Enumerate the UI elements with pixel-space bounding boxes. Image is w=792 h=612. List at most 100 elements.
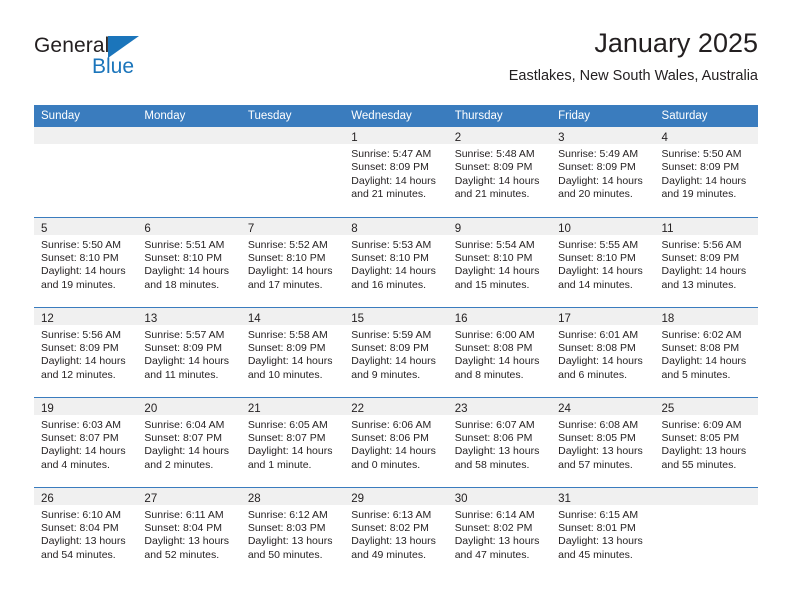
day-number-strip: 27 <box>137 487 241 505</box>
daylight-line-cont: and 57 minutes. <box>558 458 633 471</box>
sunset-line: Sunset: 8:06 PM <box>351 431 429 444</box>
day-details: Sunrise: 6:10 AM Sunset: 8:04 PM Daylight:… <box>34 505 137 563</box>
weekday-header-wednesday: Wednesday <box>344 105 448 127</box>
sunrise-line: Sunrise: 5:59 AM <box>351 328 432 341</box>
calendar-day-cell[interactable]: 18 Sunrise: 6:02 AM Sunset: 8:08 PM Dayligh… <box>654 306 758 397</box>
daylight-line: Daylight: 14 hours <box>558 265 643 278</box>
sunset-line: Sunset: 8:01 PM <box>558 521 636 534</box>
calendar-day-cell[interactable]: 27 Sunrise: 6:11 AM Sunset: 8:04 PM Dayligh… <box>137 486 241 577</box>
sunset-line: Sunset: 8:09 PM <box>558 161 636 174</box>
calendar-day-cell[interactable]: 12 Sunrise: 5:56 AM Sunset: 8:09 PM Dayligh… <box>34 306 138 397</box>
calendar-day-cell[interactable]: 5 Sunrise: 5:50 AM Sunset: 8:10 PM Daylight… <box>34 216 138 307</box>
sunrise-line: Sunrise: 5:58 AM <box>247 328 328 341</box>
day-number: 21 <box>247 402 261 415</box>
calendar-day-cell[interactable]: 25 Sunrise: 6:09 AM Sunset: 8:05 PM Dayligh… <box>654 396 758 487</box>
day-number: 16 <box>454 312 468 325</box>
sunrise-line: Sunrise: 5:54 AM <box>454 238 535 251</box>
calendar-day-cell[interactable]: 15 Sunrise: 5:59 AM Sunset: 8:09 PM Dayligh… <box>344 306 448 397</box>
day-details: Sunrise: 5:59 AM Sunset: 8:09 PM Daylight:… <box>344 325 447 383</box>
calendar-day-cell[interactable]: 17 Sunrise: 6:01 AM Sunset: 8:08 PM Dayligh… <box>551 306 655 397</box>
sunset-line: Sunset: 8:05 PM <box>558 431 636 444</box>
sunrise-line: Sunrise: 6:10 AM <box>41 508 121 521</box>
daylight-line: Daylight: 14 hours <box>144 355 230 368</box>
day-number-strip: 6 <box>137 217 241 235</box>
day-details: Sunrise: 5:48 AM Sunset: 8:09 PM Daylight:… <box>448 144 551 202</box>
calendar-day-cell[interactable]: 31 Sunrise: 6:15 AM Sunset: 8:01 PM Dayligh… <box>551 486 655 577</box>
sunset-line: Sunset: 8:10 PM <box>558 251 636 264</box>
calendar-day-cell[interactable]: 22 Sunrise: 6:06 AM Sunset: 8:06 PM Dayligh… <box>344 396 448 487</box>
daylight-line: Daylight: 14 hours <box>41 445 126 458</box>
calendar-day-cell[interactable]: 14 Sunrise: 5:58 AM Sunset: 8:09 PM Dayligh… <box>240 306 345 397</box>
calendar-day-cell[interactable]: 10 Sunrise: 5:55 AM Sunset: 8:10 PM Dayligh… <box>551 216 655 307</box>
sunset-line: Sunset: 8:09 PM <box>661 161 740 174</box>
sunset-line: Sunset: 8:08 PM <box>454 341 533 354</box>
day-details: Sunrise: 6:11 AM Sunset: 8:04 PM Daylight:… <box>137 505 240 563</box>
daylight-line: Daylight: 14 hours <box>351 445 436 458</box>
sunrise-line: Sunrise: 5:51 AM <box>144 238 225 251</box>
calendar-day-cell[interactable]: 19 Sunrise: 6:03 AM Sunset: 8:07 PM Dayligh… <box>34 396 138 487</box>
generalblue-logo[interactable]: General Blue <box>34 34 254 88</box>
day-number: 29 <box>351 492 365 505</box>
calendar-day-cell[interactable]: 11 Sunrise: 5:56 AM Sunset: 8:09 PM Dayligh… <box>654 216 758 307</box>
calendar-page: General Blue January 2025 Eastlakes, New… <box>0 0 792 612</box>
day-number-strip: 21 <box>240 397 345 415</box>
day-details: Sunrise: 5:58 AM Sunset: 8:09 PM Daylight:… <box>241 325 344 383</box>
calendar-day-cell[interactable]: 13 Sunrise: 5:57 AM Sunset: 8:09 PM Dayligh… <box>137 306 241 397</box>
day-number-strip: 14 <box>240 307 345 325</box>
day-number-strip: 20 <box>137 397 241 415</box>
calendar-day-cell[interactable]: 2 Sunrise: 5:48 AM Sunset: 8:09 PM Daylight… <box>447 127 552 217</box>
day-details: Sunrise: 5:57 AM Sunset: 8:09 PM Daylight:… <box>137 325 240 383</box>
daylight-line: Daylight: 14 hours <box>41 265 126 278</box>
day-number: 11 <box>661 222 674 235</box>
calendar-day-cell[interactable]: 28 Sunrise: 6:12 AM Sunset: 8:03 PM Dayligh… <box>240 486 345 577</box>
calendar-day-cell[interactable]: 4 Sunrise: 5:50 AM Sunset: 8:09 PM Daylight… <box>654 127 758 217</box>
calendar-day-cell[interactable]: 21 Sunrise: 6:05 AM Sunset: 8:07 PM Dayligh… <box>240 396 345 487</box>
daylight-line: Daylight: 14 hours <box>247 265 333 278</box>
sunrise-line: Sunrise: 6:13 AM <box>351 508 432 521</box>
daylight-line: Daylight: 14 hours <box>454 174 540 187</box>
calendar-day-cell[interactable]: 9 Sunrise: 5:54 AM Sunset: 8:10 PM Daylight… <box>447 216 552 307</box>
day-number-strip: 2 <box>447 127 552 144</box>
daylight-line: Daylight: 14 hours <box>454 355 540 368</box>
daylight-line: Daylight: 13 hours <box>454 445 540 458</box>
calendar-day-cell[interactable]: 8 Sunrise: 5:53 AM Sunset: 8:10 PM Daylight… <box>344 216 448 307</box>
calendar-day-cell[interactable]: 20 Sunrise: 6:04 AM Sunset: 8:07 PM Dayligh… <box>137 396 241 487</box>
sunset-line: Sunset: 8:10 PM <box>41 251 119 264</box>
weekday-header-tuesday: Tuesday <box>240 105 345 127</box>
calendar-day-cell[interactable]: 24 Sunrise: 6:08 AM Sunset: 8:05 PM Dayligh… <box>551 396 655 487</box>
calendar-day-cell[interactable]: 16 Sunrise: 6:00 AM Sunset: 8:08 PM Dayligh… <box>447 306 552 397</box>
daylight-line: Daylight: 14 hours <box>41 355 126 368</box>
calendar-day-cell[interactable]: 7 Sunrise: 5:52 AM Sunset: 8:10 PM Daylight… <box>240 216 345 307</box>
daylight-line: Daylight: 14 hours <box>661 265 747 278</box>
daylight-line-cont: and 2 minutes. <box>144 458 214 471</box>
day-number: 17 <box>558 312 571 325</box>
calendar-day-cell[interactable]: 1 Sunrise: 5:47 AM Sunset: 8:09 PM Daylight… <box>344 127 448 217</box>
calendar-day-cell[interactable]: 29 Sunrise: 6:13 AM Sunset: 8:02 PM Dayligh… <box>344 486 448 577</box>
sunrise-line: Sunrise: 6:15 AM <box>558 508 639 521</box>
calendar-week-row: 26 Sunrise: 6:10 AM Sunset: 8:04 PM Dayligh… <box>34 486 758 577</box>
sunset-line: Sunset: 8:09 PM <box>454 161 533 174</box>
day-details: Sunrise: 5:50 AM Sunset: 8:09 PM Daylight:… <box>655 144 758 202</box>
day-number-strip: 18 <box>654 307 758 325</box>
sunrise-line: Sunrise: 5:47 AM <box>351 148 432 160</box>
day-number: 24 <box>558 402 571 415</box>
day-details: Sunrise: 5:51 AM Sunset: 8:10 PM Daylight:… <box>137 235 240 293</box>
day-details <box>655 505 758 509</box>
calendar-day-cell[interactable]: 3 Sunrise: 5:49 AM Sunset: 8:09 PM Daylight… <box>551 127 655 217</box>
daylight-line-cont: and 8 minutes. <box>454 368 524 381</box>
calendar-day-cell[interactable]: 26 Sunrise: 6:10 AM Sunset: 8:04 PM Dayligh… <box>34 486 138 577</box>
sunrise-line: Sunrise: 5:52 AM <box>247 238 328 251</box>
daylight-line: Daylight: 13 hours <box>454 535 540 548</box>
calendar-week-row: 12 Sunrise: 5:56 AM Sunset: 8:09 PM Dayligh… <box>34 306 758 397</box>
page-subtitle: Eastlakes, New South Wales, Australia <box>508 68 758 84</box>
daylight-line-cont: and 54 minutes. <box>41 548 116 561</box>
calendar-day-cell[interactable]: 30 Sunrise: 6:14 AM Sunset: 8:02 PM Dayligh… <box>447 486 552 577</box>
daylight-line-cont: and 12 minutes. <box>41 368 116 381</box>
day-details: Sunrise: 5:47 AM Sunset: 8:09 PM Daylight:… <box>344 144 447 202</box>
calendar-day-cell[interactable]: 23 Sunrise: 6:07 AM Sunset: 8:06 PM Dayligh… <box>447 396 552 487</box>
day-number: 27 <box>144 492 158 505</box>
daylight-line-cont: and 18 minutes. <box>144 278 220 291</box>
sunset-line: Sunset: 8:09 PM <box>351 161 429 174</box>
calendar-day-cell[interactable]: 6 Sunrise: 5:51 AM Sunset: 8:10 PM Daylight… <box>137 216 241 307</box>
sunrise-line: Sunrise: 6:03 AM <box>41 418 121 431</box>
